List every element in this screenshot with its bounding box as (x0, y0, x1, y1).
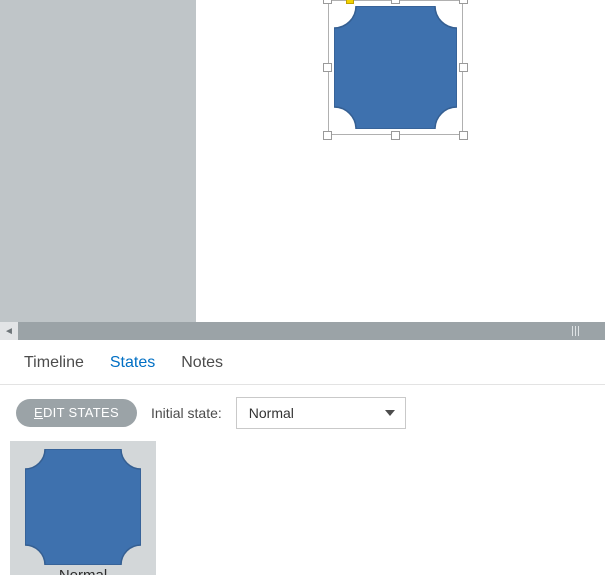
initial-state-dropdown[interactable]: Normal (236, 397, 406, 429)
scroll-left-button[interactable]: ◄ (0, 322, 18, 340)
initial-state-value: Normal (249, 405, 294, 421)
state-thumbnail-shape (25, 449, 141, 565)
tab-states[interactable]: States (110, 354, 155, 372)
adjust-handle[interactable] (346, 0, 354, 4)
resize-handle-br[interactable] (459, 131, 468, 140)
resize-handle-bl[interactable] (323, 131, 332, 140)
state-thumbnail-label: Normal (59, 567, 107, 575)
side-panel (0, 0, 196, 322)
resize-handle-ml[interactable] (323, 63, 332, 72)
initial-state-label: Initial state: (151, 405, 222, 421)
chevron-down-icon (385, 410, 395, 416)
edit-states-label-rest: DIT STATES (43, 405, 119, 420)
states-controls: EDIT STATES Initial state: Normal (0, 385, 605, 439)
resize-handle-tr[interactable] (459, 0, 468, 4)
canvas[interactable] (196, 0, 605, 322)
resize-handle-tl[interactable] (323, 0, 332, 4)
resize-handle-mr[interactable] (459, 63, 468, 72)
panel-tabs: Timeline States Notes (0, 340, 605, 384)
tab-notes[interactable]: Notes (181, 354, 223, 372)
horizontal-scrollbar[interactable]: ◄ (0, 322, 605, 340)
tab-timeline[interactable]: Timeline (24, 354, 84, 372)
workspace (0, 0, 605, 322)
edit-states-mnemonic: E (34, 405, 43, 420)
edit-states-button[interactable]: EDIT STATES (16, 399, 137, 427)
resize-handle-tm[interactable] (391, 0, 400, 4)
snip-corner-rectangle[interactable] (334, 6, 457, 129)
resize-handle-bm[interactable] (391, 131, 400, 140)
scroll-grip-icon (555, 322, 595, 340)
selected-shape[interactable] (328, 0, 463, 135)
state-thumbnail-normal[interactable]: Normal (10, 441, 156, 575)
